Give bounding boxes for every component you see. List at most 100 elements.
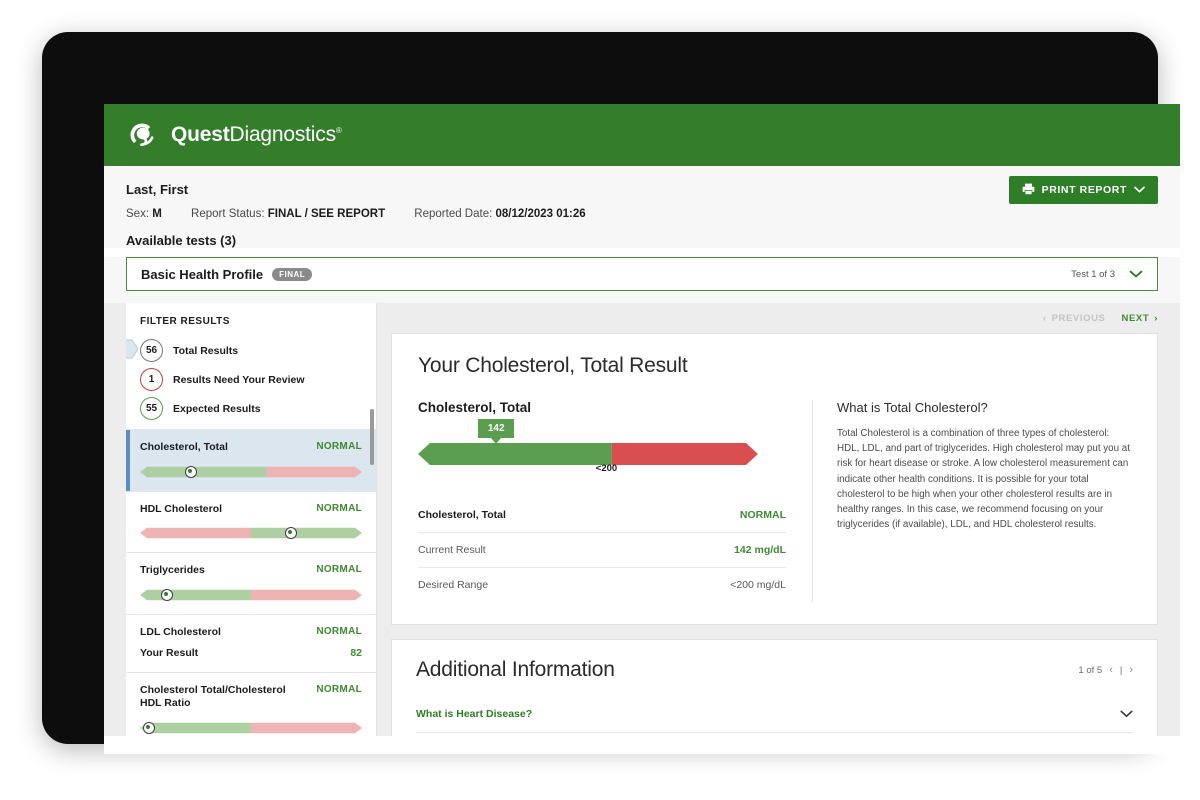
result-value-key: Desired Range bbox=[418, 579, 488, 591]
gauge-marker-dot bbox=[161, 589, 173, 601]
next-result-button[interactable]: NEXT › bbox=[1121, 313, 1158, 324]
patient-info-band: Last, First Sex: M Report Status: FINAL … bbox=[104, 166, 1180, 248]
mini-result-gauge bbox=[140, 589, 362, 601]
additional-information-pager: 1 of 5 ‹ | › bbox=[1078, 664, 1133, 676]
content-body: FILTER RESULTS 56 Total Results 1 Results N… bbox=[104, 303, 1180, 736]
test-selector[interactable]: Basic Health Profile FINAL Test 1 of 3 bbox=[126, 257, 1158, 291]
status-label: Report Status: bbox=[191, 208, 265, 220]
result-gauge: 142 <200 bbox=[418, 441, 786, 472]
mini-result-gauge bbox=[140, 527, 362, 539]
previous-result-button[interactable]: ‹ PREVIOUS bbox=[1043, 313, 1106, 324]
results-sidebar: FILTER RESULTS 56 Total Results 1 Results N… bbox=[126, 303, 377, 736]
sidebar-test-item[interactable]: Triglycerides NORMAL bbox=[126, 552, 376, 614]
test-item-result-value: 82 bbox=[350, 647, 362, 659]
test-item-result-label: Your Result bbox=[140, 647, 198, 659]
result-pagination: ‹ PREVIOUS NEXT › bbox=[391, 303, 1158, 333]
print-report-label: PRINT REPORT bbox=[1042, 184, 1127, 196]
filter-item[interactable]: 55Expected Results bbox=[126, 394, 376, 423]
sidebar-test-item[interactable]: Cholesterol, Total NORMAL bbox=[126, 429, 376, 491]
printer-icon bbox=[1022, 183, 1035, 198]
test-item-label: Triglycerides bbox=[140, 564, 205, 578]
filter-count-badge: 1 bbox=[140, 368, 163, 391]
status-value: FINAL / SEE REPORT bbox=[268, 208, 385, 220]
brand-name-light: Diagnostics bbox=[230, 123, 336, 146]
explainer-title: What is Total Cholesterol? bbox=[837, 400, 1131, 415]
chevron-down-icon[interactable] bbox=[1120, 707, 1133, 721]
quest-diagnostics-logo-icon bbox=[124, 117, 160, 153]
result-value-value: NORMAL bbox=[740, 509, 786, 521]
gauge-threshold-label: <200 bbox=[596, 463, 617, 474]
filter-label: Results Need Your Review bbox=[173, 374, 305, 386]
test-item-result-row: Your Result 82 bbox=[140, 647, 362, 659]
brand-trademark: ® bbox=[336, 126, 342, 135]
filter-item[interactable]: 56 Total Results bbox=[126, 336, 376, 365]
filter-item[interactable]: 1 Results Need Your Review bbox=[126, 365, 376, 394]
next-label: NEXT bbox=[1121, 313, 1149, 324]
previous-label: PREVIOUS bbox=[1052, 313, 1106, 324]
test-item-label: Cholesterol Total/Cholesterol HDL Ratio bbox=[140, 684, 290, 711]
test-item-label: Cholesterol, Total bbox=[140, 441, 228, 455]
result-values-table: Cholesterol, Total NORMAL Current Result14… bbox=[418, 498, 786, 602]
reported-date: Reported Date: 08/12/2023 01:26 bbox=[414, 208, 585, 220]
gauge-marker-dot bbox=[143, 722, 155, 734]
test-item-label: HDL Cholesterol bbox=[140, 503, 222, 517]
chevron-right-icon: › bbox=[1154, 313, 1158, 324]
test-counter: Test 1 of 3 bbox=[1071, 269, 1115, 280]
report-status: Report Status: FINAL / SEE REPORT bbox=[191, 208, 385, 220]
available-tests-heading: Available tests (3) bbox=[126, 233, 1158, 248]
chevron-down-icon[interactable] bbox=[1129, 265, 1143, 283]
filter-label: Expected Results bbox=[173, 403, 261, 415]
result-value-row: Cholesterol, Total NORMAL bbox=[418, 498, 786, 533]
result-value-row: Current Result142 mg/dL bbox=[418, 533, 786, 568]
sidebar-test-item[interactable]: LDL CholesterolNORMALYour Result82 bbox=[126, 614, 376, 672]
filter-label: Total Results bbox=[173, 345, 238, 357]
result-card: Your Cholesterol, Total Result Cholester… bbox=[391, 333, 1158, 625]
additional-information-card: Additional Information 1 of 5 ‹ | › What… bbox=[391, 639, 1158, 736]
result-value-key: Current Result bbox=[418, 544, 486, 556]
gauge-marker-dot bbox=[185, 466, 197, 478]
filter-results-heading: FILTER RESULTS bbox=[126, 303, 376, 336]
faq-accordion: What is Heart Disease? What are the basic… bbox=[416, 696, 1133, 736]
brand-header: QuestDiagnostics® bbox=[104, 104, 1180, 166]
result-value-key: Cholesterol, Total bbox=[418, 509, 506, 521]
date-value: 08/12/2023 01:26 bbox=[496, 208, 586, 220]
faq-question-label: What is Heart Disease? bbox=[416, 708, 532, 720]
report-meta-row: Sex: M Report Status: FINAL / SEE REPORT… bbox=[126, 208, 1158, 220]
sex-value: M bbox=[152, 208, 162, 220]
mini-result-gauge bbox=[140, 466, 362, 478]
chevron-left-icon: ‹ bbox=[1043, 313, 1047, 324]
print-report-button[interactable]: PRINT REPORT bbox=[1009, 176, 1158, 204]
selected-filter-pointer bbox=[126, 339, 139, 359]
faq-accordion-item[interactable]: What is Heart Disease? bbox=[416, 696, 1133, 733]
main-panel: ‹ PREVIOUS NEXT › Your Cholesterol, Tota… bbox=[377, 303, 1180, 736]
filter-count-badge: 56 bbox=[140, 339, 163, 362]
date-label: Reported Date: bbox=[414, 208, 492, 220]
pager-previous-icon[interactable]: ‹ bbox=[1109, 664, 1113, 676]
test-item-status: NORMAL bbox=[316, 441, 362, 452]
patient-name: Last, First bbox=[126, 182, 1158, 197]
browser-viewport: QuestDiagnostics® Last, First Sex: M Rep… bbox=[104, 104, 1180, 754]
test-item-status: NORMAL bbox=[316, 564, 362, 575]
test-name: Basic Health Profile bbox=[141, 267, 263, 282]
test-result-list: Cholesterol, Total NORMAL HDL Cholesterol… bbox=[126, 429, 376, 736]
status-badge: FINAL bbox=[272, 268, 312, 281]
analyte-name: Cholesterol, Total bbox=[418, 400, 786, 415]
faq-accordion-item[interactable]: What are the basic risk factors for coro… bbox=[416, 733, 1133, 736]
gauge-value-callout: 142 bbox=[478, 419, 514, 438]
mini-result-gauge bbox=[140, 722, 362, 734]
patient-sex: Sex: M bbox=[126, 208, 162, 220]
sidebar-test-item[interactable]: HDL Cholesterol NORMAL bbox=[126, 491, 376, 553]
pager-divider: | bbox=[1120, 665, 1122, 676]
result-value-value: <200 mg/dL bbox=[730, 579, 786, 591]
brand-wordmark: QuestDiagnostics® bbox=[171, 123, 342, 147]
band-spacer bbox=[104, 291, 1180, 303]
chevron-down-icon bbox=[1134, 184, 1145, 196]
additional-information-title: Additional Information bbox=[416, 658, 615, 682]
result-value-row: Desired Range <200 mg/dL bbox=[418, 568, 786, 602]
sidebar-test-item[interactable]: Cholesterol Total/Cholesterol HDL RatioN… bbox=[126, 672, 376, 736]
test-item-status: NORMAL bbox=[316, 626, 362, 637]
test-item-status: NORMAL bbox=[316, 503, 362, 514]
pager-next-icon[interactable]: › bbox=[1129, 664, 1133, 676]
sidebar-scrollbar-thumb[interactable] bbox=[370, 409, 374, 465]
sex-label: Sex: bbox=[126, 208, 149, 220]
